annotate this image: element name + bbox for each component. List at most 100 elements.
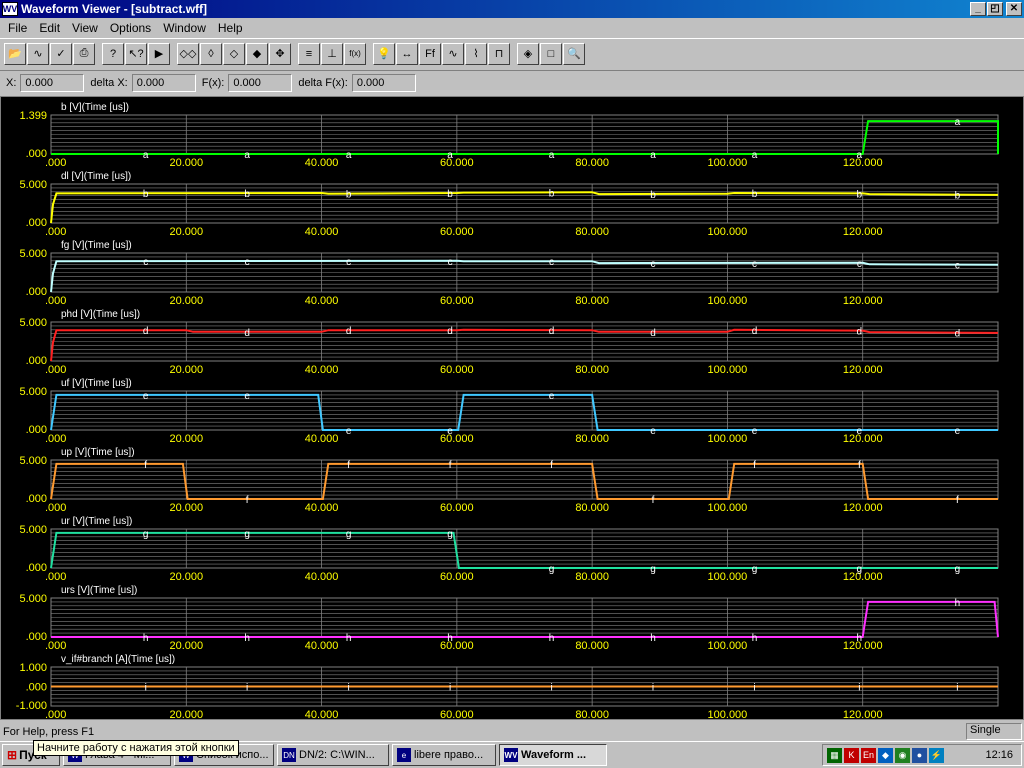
wave-c-button[interactable]: ⊓ bbox=[488, 42, 510, 65]
tool-a-button[interactable]: ◈ bbox=[517, 42, 539, 65]
minimize-button[interactable]: _ bbox=[970, 2, 986, 16]
print-button[interactable]: ⎙ bbox=[73, 42, 95, 65]
x-tick-label: 20.000 bbox=[169, 571, 203, 583]
trace-marker-letter: i bbox=[348, 683, 350, 694]
panel-ymax-label: 1.000 bbox=[19, 662, 47, 674]
taskbar-task[interactable]: DN DN/2: C:\WIN... bbox=[277, 744, 389, 766]
waveform-panel: v_if#branch [A](Time [us])1.000.000-1.00… bbox=[16, 654, 999, 719]
check-icon: ✓ bbox=[56, 48, 66, 60]
trace-marker-letter: f bbox=[753, 460, 756, 471]
k-icon[interactable]: K bbox=[844, 747, 859, 763]
menu-file[interactable]: File bbox=[2, 21, 33, 35]
cursor-button[interactable]: ⊥ bbox=[321, 42, 343, 65]
panel-ymax-label: 1.399 bbox=[19, 110, 47, 122]
antivirus-icon[interactable]: ◉ bbox=[895, 747, 910, 763]
delta-fx-value-field[interactable]: 0.000 bbox=[351, 73, 416, 92]
waveform-plot-area[interactable]: b [V](Time [us]) 1.399.000.000 20.000 40.00… bbox=[0, 96, 1024, 720]
menu-help[interactable]: Help bbox=[212, 21, 249, 35]
run-button[interactable]: ▶ bbox=[148, 42, 170, 65]
display-icon[interactable]: ⚡ bbox=[929, 747, 944, 763]
menu-view[interactable]: View bbox=[66, 21, 104, 35]
menu-window[interactable]: Window bbox=[157, 21, 212, 35]
drive-icon[interactable]: ● bbox=[912, 747, 927, 763]
trace-marker-letter: e bbox=[244, 391, 250, 402]
restore-button[interactable]: ◰ bbox=[987, 2, 1003, 16]
zoom-y-icon: ◊ bbox=[208, 47, 214, 60]
waveform-trace bbox=[50, 393, 998, 431]
taskbar-task[interactable]: WV Waveform ... bbox=[499, 744, 607, 766]
trace-marker-letter: d bbox=[244, 328, 250, 339]
trace-marker-letter: a bbox=[549, 150, 555, 161]
x-tick-label: 40.000 bbox=[305, 226, 339, 238]
trace-marker-letter: e bbox=[447, 426, 453, 437]
delta-x-value-field[interactable]: 0.000 bbox=[131, 73, 196, 92]
trace-marker-letter: d bbox=[752, 326, 758, 337]
waveform-panel: dl [V](Time [us]) 5.000 .000.000 20.000 40.0… bbox=[19, 171, 999, 238]
tool-a-icon: ◈ bbox=[523, 48, 533, 60]
pan-button[interactable]: ✥ bbox=[269, 42, 291, 65]
trace-marker-letter: d bbox=[447, 326, 453, 337]
context-help-button[interactable]: ↖? bbox=[125, 42, 147, 65]
panel-ymin-label: .000 bbox=[26, 562, 47, 574]
menu-edit[interactable]: Edit bbox=[33, 21, 66, 35]
x-tick-label: 80.000 bbox=[575, 502, 609, 514]
tool-b-button[interactable]: □ bbox=[540, 42, 562, 65]
clock[interactable]: 12:16 bbox=[985, 749, 1013, 761]
menu-options[interactable]: Options bbox=[104, 21, 157, 35]
panel-signal-label: phd [V](Time [us]) bbox=[61, 309, 140, 320]
freq-button[interactable]: Ff bbox=[419, 42, 441, 65]
list-button[interactable]: ≡ bbox=[298, 42, 320, 65]
open-button[interactable]: 📂 bbox=[4, 42, 26, 65]
zoom-x-button[interactable]: ◇◇ bbox=[177, 42, 199, 65]
marker-button[interactable]: 💡 bbox=[373, 42, 395, 65]
x-tick-label: 40.000 bbox=[305, 295, 339, 307]
x-label: X: bbox=[6, 76, 17, 89]
x-tick-label: .000 bbox=[45, 502, 66, 514]
x-tick-label: 100.000 bbox=[708, 157, 748, 169]
x-tick-label: 120.000 bbox=[843, 433, 883, 445]
function-button[interactable]: f(x) bbox=[344, 42, 366, 65]
status-mode: Single bbox=[966, 723, 1022, 740]
x-tick-label: 60.000 bbox=[440, 157, 474, 169]
toolbar: 📂 ∿ ✓ ⎙? ↖? ▶ ◇◇ ◊ ◇ ◆ ✥ ≡ ⊥ f(x) 💡 ↔ Ff ∿ ⌇ ⊓ ◈ □ 🔍 bbox=[0, 38, 1024, 68]
wave-a-button[interactable]: ∿ bbox=[442, 42, 464, 65]
x-tick-label: 100.000 bbox=[708, 226, 748, 238]
check-button[interactable]: ✓ bbox=[50, 42, 72, 65]
measure-button[interactable]: ↔ bbox=[396, 42, 418, 65]
security-icon[interactable]: ◆ bbox=[878, 747, 893, 763]
trace-marker-letter: h bbox=[447, 633, 453, 644]
zoom-y-in-button[interactable]: ◆ bbox=[246, 42, 268, 65]
wave-button[interactable]: ∿ bbox=[27, 42, 49, 65]
x-value-field[interactable]: 0.000 bbox=[20, 73, 85, 92]
panel-ymax-label: 5.000 bbox=[19, 386, 47, 398]
trace-marker-letter: i bbox=[145, 683, 147, 694]
x-tick-label: 20.000 bbox=[169, 709, 203, 719]
zoom-x-in-button[interactable]: ◇ bbox=[223, 42, 245, 65]
trace-marker-letter: h bbox=[955, 598, 961, 609]
trace-marker-letter: d bbox=[346, 326, 352, 337]
trace-marker-letter: c bbox=[955, 261, 960, 272]
taskbar-task[interactable]: e libere право... bbox=[392, 744, 496, 766]
magnify-button[interactable]: 🔍 bbox=[563, 42, 585, 65]
task-label: libere право... bbox=[414, 749, 484, 761]
wave-b-button[interactable]: ⌇ bbox=[465, 42, 487, 65]
network-icon[interactable]: ▦ bbox=[827, 747, 842, 763]
zoom-y-button[interactable]: ◊ bbox=[200, 42, 222, 65]
waveform-panel: ur [V](Time [us]) 5.000 .000.000 20.000 40.0… bbox=[19, 516, 999, 583]
x-tick-label: .000 bbox=[45, 295, 66, 307]
x-tick-label: 100.000 bbox=[708, 571, 748, 583]
help-button[interactable]: ? bbox=[102, 42, 124, 65]
waveform-svg[interactable]: b [V](Time [us])1.399.000.000 20.000 40.00… bbox=[1, 97, 1023, 719]
zoom-x-icon: ◇◇ bbox=[179, 48, 197, 60]
trace-marker-letter: i bbox=[246, 683, 248, 694]
system-tray: ▦ K En ◆ ◉ ● ⚡ 12:16 bbox=[822, 744, 1022, 766]
en-lang-icon[interactable]: En bbox=[861, 747, 876, 763]
title-bar[interactable]: WV Waveform Viewer - [subtract.wff] _ ◰ … bbox=[0, 0, 1024, 18]
status-bar: For Help, press F1 Single bbox=[0, 722, 1024, 741]
zoom-y-in-icon: ◆ bbox=[252, 48, 262, 60]
app-icon[interactable]: WV bbox=[2, 2, 18, 16]
x-tick-label: 60.000 bbox=[440, 709, 474, 719]
x-tick-label: 80.000 bbox=[575, 364, 609, 376]
close-button[interactable]: ✕ bbox=[1006, 2, 1022, 16]
fx-value-field[interactable]: 0.000 bbox=[228, 73, 293, 92]
